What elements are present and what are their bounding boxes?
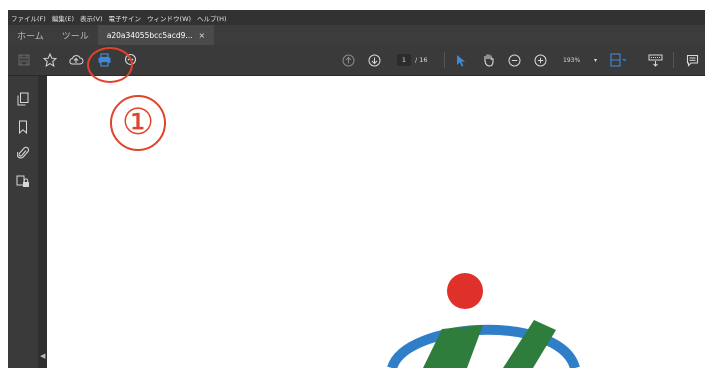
lock-icon[interactable] <box>8 168 38 194</box>
annotation-highlight-circle <box>87 47 133 83</box>
page-down-icon[interactable] <box>364 45 384 75</box>
tab-home[interactable]: ホーム <box>8 25 53 45</box>
collapse-arrow-icon[interactable]: ◀ <box>40 352 45 360</box>
toolbar-divider <box>444 52 445 68</box>
menu-file[interactable]: ファイル(F) <box>8 13 49 23</box>
sidebar-splitter[interactable]: ◀ <box>38 76 47 368</box>
save-icon[interactable] <box>14 45 34 75</box>
menu-edit[interactable]: 編集(E) <box>49 13 77 23</box>
upload-cloud-icon[interactable] <box>65 45 87 75</box>
tab-bar: ホーム ツール a20a34055bcc5acd9... × <box>8 25 705 45</box>
menu-view[interactable]: 表示(V) <box>77 13 106 23</box>
chevron-down-icon: ▾ <box>593 56 597 64</box>
comment-icon[interactable] <box>682 45 702 75</box>
hand-icon[interactable] <box>478 45 498 75</box>
tab-home-label: ホーム <box>17 31 44 42</box>
keyboard-icon[interactable] <box>644 45 666 75</box>
tab-document-label: a20a34055bcc5acd9... <box>106 30 193 40</box>
logo-green-left <box>423 325 483 368</box>
zoom-in-icon[interactable] <box>530 45 550 75</box>
tab-tools-label: ツール <box>61 31 89 42</box>
zoom-value: 193% <box>563 56 581 64</box>
tab-close-icon[interactable]: × <box>199 31 206 40</box>
pages-icon[interactable] <box>8 86 38 112</box>
cursor-icon[interactable] <box>451 45 471 75</box>
menu-help[interactable]: ヘルプ(H) <box>194 13 229 23</box>
page-up-icon[interactable] <box>338 45 358 75</box>
zoom-dropdown[interactable]: 193% ▾ <box>560 54 600 66</box>
pdf-viewer-window: ファイル(F) 編集(E) 表示(V) 電子サイン ウィンドウ(W) ヘルプ(H… <box>8 10 705 368</box>
logo-red-dot <box>447 273 483 309</box>
left-sidebar <box>8 76 38 368</box>
zoom-out-icon[interactable] <box>504 45 524 75</box>
attachment-icon[interactable] <box>8 140 38 166</box>
tab-tools[interactable]: ツール <box>53 25 98 45</box>
tab-document[interactable]: a20a34055bcc5acd9... × <box>97 25 215 45</box>
star-icon[interactable] <box>39 45 61 75</box>
menu-bar: ファイル(F) 編集(E) 表示(V) 電子サイン ウィンドウ(W) ヘルプ(H… <box>8 10 705 25</box>
fit-page-icon[interactable] <box>606 45 632 75</box>
page-total: / 16 <box>415 56 428 64</box>
annotation-step-number: ① <box>110 95 166 151</box>
menu-esign[interactable]: 電子サイン <box>106 13 145 23</box>
bookmark-icon[interactable] <box>8 114 38 140</box>
page-number-input[interactable]: 1 <box>397 54 411 66</box>
menu-window[interactable]: ウィンドウ(W) <box>144 13 194 23</box>
toolbar-divider <box>673 52 674 68</box>
